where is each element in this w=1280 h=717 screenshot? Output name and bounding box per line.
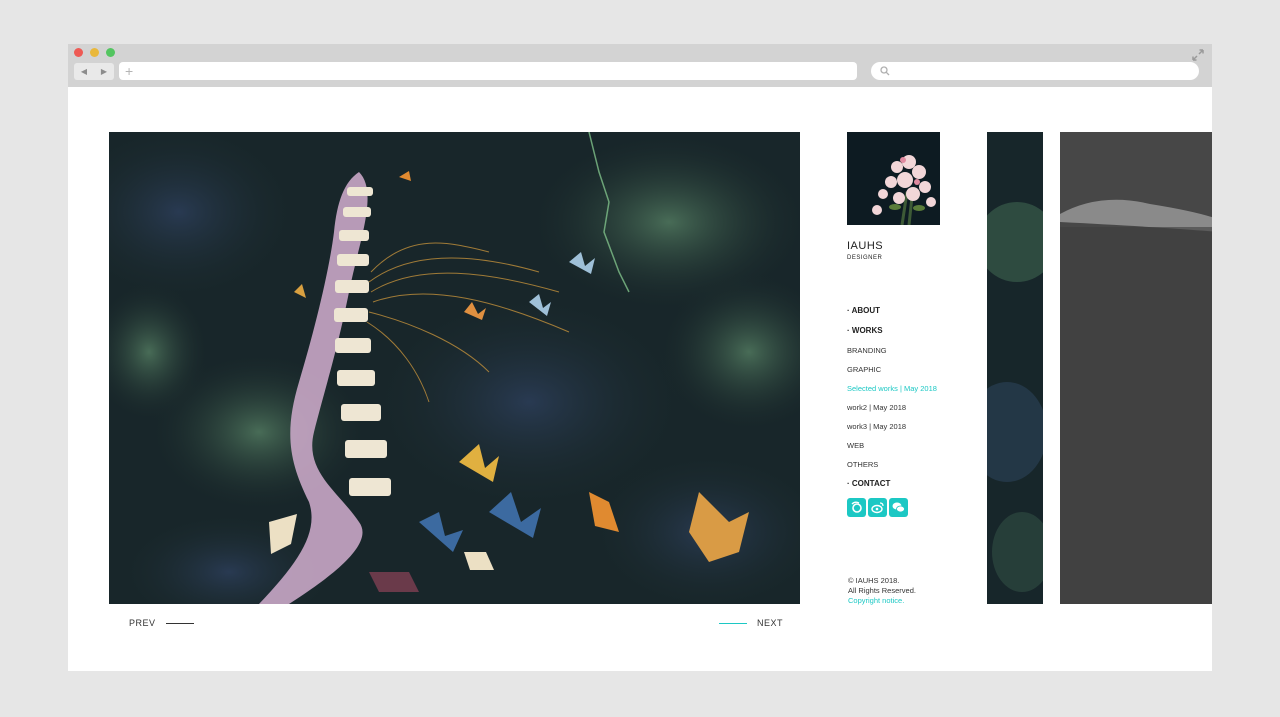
back-button[interactable]: ◀ bbox=[74, 63, 94, 80]
copyright-notice-link[interactable]: Copyright notice. bbox=[848, 596, 916, 606]
douban-icon[interactable] bbox=[847, 498, 866, 517]
next-label: NEXT bbox=[757, 618, 784, 628]
main-menu: · ABOUT · WORKS BRANDING GRAPHIC Selecte… bbox=[847, 304, 987, 517]
hero-artwork[interactable] bbox=[109, 132, 800, 604]
weibo-icon[interactable] bbox=[868, 498, 887, 517]
browser-toolbar: ◀ ▶ + bbox=[68, 44, 1212, 87]
search-icon bbox=[880, 66, 890, 76]
next-slide-preview[interactable] bbox=[987, 132, 1043, 604]
new-tab-icon[interactable]: + bbox=[125, 63, 133, 79]
slide-image-dark bbox=[1060, 132, 1212, 604]
minimize-dot[interactable] bbox=[90, 48, 99, 57]
copyright-line2: All Rights Reserved. bbox=[848, 586, 916, 595]
social-links bbox=[847, 498, 987, 517]
maximize-dot[interactable] bbox=[106, 48, 115, 57]
address-bar[interactable]: + bbox=[119, 62, 857, 80]
avatar[interactable] bbox=[847, 132, 940, 225]
expand-icon[interactable] bbox=[1192, 49, 1204, 61]
search-bar[interactable] bbox=[871, 62, 1199, 80]
menu-item-work2[interactable]: work2 | May 2018 bbox=[847, 401, 987, 420]
copyright-line1: © IAUHS 2018. bbox=[848, 576, 900, 585]
menu-contact[interactable]: · CONTACT bbox=[847, 477, 987, 497]
profile-role: DESIGNER bbox=[847, 255, 883, 261]
following-slide-preview[interactable] bbox=[1060, 132, 1212, 604]
browser-window: ◀ ▶ + PREV NEXT IAUHS DESIGNER · ABOUT ·… bbox=[68, 44, 1212, 671]
prev-label: PREV bbox=[129, 618, 156, 628]
prev-link[interactable]: PREV bbox=[129, 618, 194, 628]
wechat-icon[interactable] bbox=[889, 498, 908, 517]
menu-item-web[interactable]: WEB bbox=[847, 439, 987, 458]
menu-item-selected-works[interactable]: Selected works | May 2018 bbox=[847, 382, 987, 401]
menu-item-others[interactable]: OTHERS bbox=[847, 458, 987, 477]
menu-about[interactable]: · ABOUT bbox=[847, 304, 987, 324]
menu-works[interactable]: · WORKS bbox=[847, 324, 987, 344]
nav-buttons: ◀ ▶ bbox=[74, 63, 114, 80]
artwork-illustration bbox=[109, 132, 800, 604]
slide-image bbox=[987, 132, 1043, 604]
menu-item-branding[interactable]: BRANDING bbox=[847, 344, 987, 363]
forward-button[interactable]: ▶ bbox=[94, 63, 114, 80]
profile-name: IAUHS bbox=[847, 240, 884, 252]
close-dot[interactable] bbox=[74, 48, 83, 57]
menu-item-graphic[interactable]: GRAPHIC bbox=[847, 363, 987, 382]
copyright: © IAUHS 2018. All Rights Reserved. Copyr… bbox=[848, 576, 916, 606]
prev-line bbox=[165, 622, 194, 624]
flower-image bbox=[847, 132, 940, 225]
sidebar: IAUHS DESIGNER · ABOUT · WORKS BRANDING … bbox=[847, 132, 967, 605]
next-line bbox=[719, 622, 747, 624]
menu-item-work3[interactable]: work3 | May 2018 bbox=[847, 420, 987, 439]
next-link[interactable]: NEXT bbox=[719, 618, 783, 628]
